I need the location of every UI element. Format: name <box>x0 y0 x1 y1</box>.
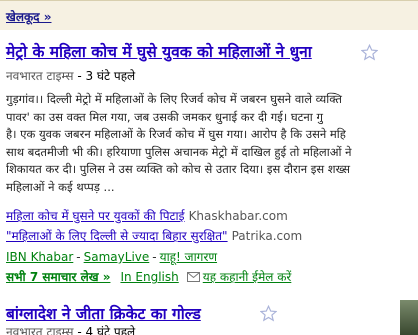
story-source: नवभारत टाइम्स <box>6 325 74 335</box>
related-article: "महिलाओं के लिए दिल्ली से ज्यादा बिहार स… <box>6 227 302 244</box>
story-age: 3 घंटे पहले <box>85 69 136 83</box>
story-title-link[interactable]: मेट्रो के महिला कोच में घुसे युवक को महि… <box>6 40 312 62</box>
story-snippet: गुड़गांव।। दिल्ली मेट्रो में महिलाओं के … <box>6 91 418 196</box>
snippet-line: पावर' का उस वक्त मिल गया, जब उसकी जमकर ध… <box>6 109 323 124</box>
in-english-link[interactable]: In English <box>120 270 178 284</box>
snippet-line: गुड़गांव।। दिल्ली मेट्रो में महिलाओं के … <box>6 92 342 106</box>
snippet-line: है। एक युवक जबरन महिलाओं के रिजर्व कोच म… <box>6 127 346 141</box>
section-header: खेलकूद » <box>0 0 418 30</box>
snippet-line: महिलाओं ने कई थप्पड़ ... <box>6 179 115 194</box>
story-byline: नवभारत टाइम्स - 3 घंटे पहले <box>6 67 135 84</box>
related-article-source: Patrika.com <box>231 229 303 243</box>
source-link[interactable]: IBN Khabar <box>6 250 73 264</box>
story-thumbnail[interactable] <box>400 300 418 335</box>
star-icon[interactable] <box>260 305 277 322</box>
story-title-link[interactable]: बांग्लादेश ने जीता क्रिकेट का गोल्ड <box>6 302 201 324</box>
email-icon[interactable] <box>186 272 200 282</box>
snippet-line: साथ बदतमीजी भी की। हरियाणा पुलिस अचानक म… <box>6 144 352 159</box>
byline-separator: - <box>73 325 86 335</box>
story-byline: नवभारत टाइम्स - 4 घंटे पहले <box>6 323 135 335</box>
related-article-link[interactable]: "महिलाओं के लिए दिल्ली से ज्यादा बिहार स… <box>6 229 228 243</box>
story-actions-row: सभी 7 समाचार लेख » In English यह कहानी ईमे… <box>6 268 291 285</box>
all-articles-link[interactable]: सभी 7 समाचार लेख » <box>6 270 110 284</box>
email-story-link[interactable]: यह कहानी ईमेल करें <box>203 270 292 284</box>
related-article-source: Khaskhabar.com <box>188 209 288 223</box>
byline-separator: - <box>73 69 86 83</box>
more-sources-row: IBN Khabar - SamayLive - याहू! जागरण <box>6 250 218 264</box>
source-link[interactable]: SamayLive <box>84 250 150 264</box>
story-age: 4 घंटे पहले <box>85 325 136 335</box>
related-article: महिला कोच में घुसने पर युवकों की पिटाई Kh… <box>6 207 288 224</box>
related-article-link[interactable]: महिला कोच में घुसने पर युवकों की पिटाई <box>6 209 185 223</box>
story-source: नवभारत टाइम्स <box>6 69 74 83</box>
source-link[interactable]: याहू! जागरण <box>160 250 217 264</box>
snippet-line: शिकायत कर दी। पुलिस ने उस व्यक्ति को कोच… <box>6 162 351 176</box>
star-icon[interactable] <box>361 44 378 61</box>
section-link-sports[interactable]: खेलकूद » <box>6 8 51 25</box>
